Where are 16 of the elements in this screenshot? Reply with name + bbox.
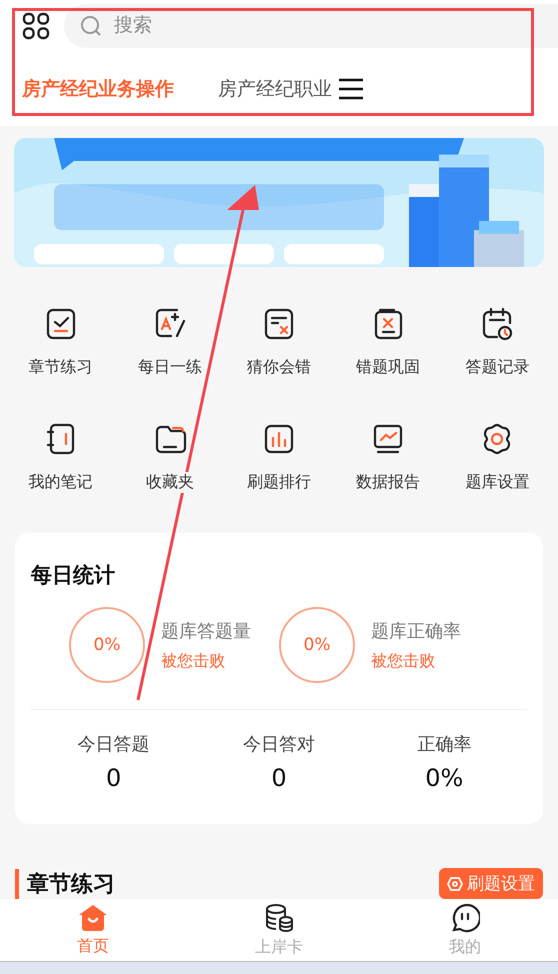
search-field[interactable]: 搜索 xyxy=(112,14,316,38)
total-value: 0% xyxy=(425,764,464,792)
stat-note: 被您击败 xyxy=(371,650,436,672)
percent-ring: 0% xyxy=(69,607,145,683)
subject-tab[interactable]: 房产经纪职业 xyxy=(196,76,354,102)
total-label: 今日答对 xyxy=(242,733,315,756)
stat-note: 被您击败 xyxy=(161,650,226,672)
card-title: 每日统计 xyxy=(31,562,116,589)
total-value: 0 xyxy=(106,764,122,792)
percent-ring: 0% xyxy=(279,607,355,683)
total-label: 今日答题 xyxy=(78,733,150,756)
stat-label: 题库正确率 xyxy=(371,620,461,642)
total-label: 正确率 xyxy=(417,733,472,756)
stat-label: 题库答题量 xyxy=(161,620,251,642)
feature-label[interactable]: 收藏夹 xyxy=(144,472,196,493)
total-value: 0 xyxy=(271,764,287,792)
